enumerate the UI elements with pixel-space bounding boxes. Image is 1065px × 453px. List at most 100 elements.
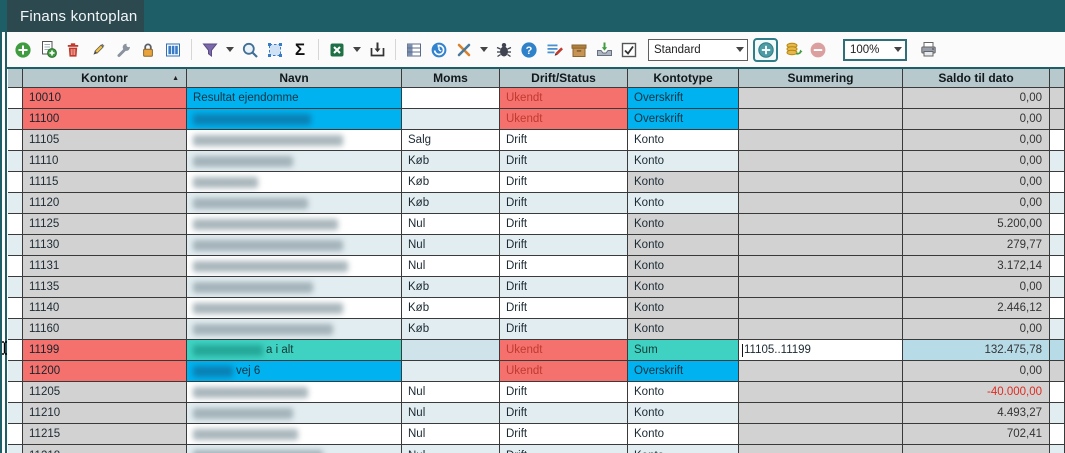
cell-drift-status[interactable]: Ukendt xyxy=(500,361,628,382)
cell-saldo[interactable]: 702,41 xyxy=(903,424,1050,445)
cell-drift-status[interactable]: Drift xyxy=(500,298,628,319)
print-icon[interactable] xyxy=(918,40,938,60)
header-drift-status[interactable]: Drift/Status xyxy=(500,69,628,88)
row-selector[interactable] xyxy=(8,382,23,403)
cell-moms[interactable]: Køb xyxy=(402,319,500,340)
row-selector[interactable] xyxy=(8,256,23,277)
cell-kontonr[interactable]: 11205 xyxy=(23,382,187,403)
cell-navn[interactable] xyxy=(187,235,402,256)
cell-summering[interactable] xyxy=(739,109,903,130)
cell-kontonr[interactable]: 11135 xyxy=(23,277,187,298)
checkbox-checked-icon[interactable] xyxy=(619,40,639,60)
search-icon[interactable] xyxy=(240,40,260,60)
cell-drift-status[interactable]: Drift xyxy=(500,319,628,340)
add-record-icon[interactable] xyxy=(38,40,58,60)
cell-navn[interactable]: Resultat ejendomme xyxy=(187,88,402,109)
edit-icon[interactable] xyxy=(88,40,108,60)
header-summering[interactable]: Summering xyxy=(739,69,903,88)
cell-moms[interactable] xyxy=(402,340,500,361)
cell-drift-status[interactable]: Drift xyxy=(500,214,628,235)
currency-refresh-icon[interactable] xyxy=(783,40,803,60)
inbox-icon[interactable] xyxy=(594,40,614,60)
cell-moms[interactable]: Køb xyxy=(402,172,500,193)
cell-kontotype[interactable]: Konto xyxy=(628,235,739,256)
cell-kontotype[interactable]: Konto xyxy=(628,214,739,235)
cell-saldo[interactable]: 0,00 xyxy=(903,319,1050,340)
select-region-icon[interactable] xyxy=(265,40,285,60)
cell-navn[interactable] xyxy=(187,403,402,424)
row-selector[interactable] xyxy=(8,214,23,235)
cell-kontonr[interactable]: 11125 xyxy=(23,214,187,235)
cell-kontonr[interactable]: 11218 xyxy=(23,445,187,453)
cell-summering[interactable] xyxy=(739,298,903,319)
cell-saldo[interactable]: 4.493,27 xyxy=(903,403,1050,424)
cell-kontotype[interactable]: Sum xyxy=(628,340,739,361)
cell-navn[interactable] xyxy=(187,298,402,319)
cell-summering[interactable] xyxy=(739,424,903,445)
cell-summering[interactable] xyxy=(739,193,903,214)
filter-dropdown-icon[interactable] xyxy=(226,47,234,52)
cell-summering[interactable] xyxy=(739,361,903,382)
cell-saldo[interactable]: 0,00 xyxy=(903,277,1050,298)
cell-summering[interactable]: 11105..11199 xyxy=(739,340,903,361)
cell-kontotype[interactable]: Konto xyxy=(628,319,739,340)
cell-drift-status[interactable]: Drift xyxy=(500,277,628,298)
cell-saldo[interactable]: -40.000,00 xyxy=(903,382,1050,403)
cell-navn[interactable]: vej 6 xyxy=(187,361,402,382)
cell-saldo[interactable]: 3.172,14 xyxy=(903,256,1050,277)
cell-saldo[interactable]: 279,77 xyxy=(903,235,1050,256)
cell-kontotype[interactable]: Konto xyxy=(628,403,739,424)
filter-icon[interactable] xyxy=(200,40,220,60)
row-selector[interactable] xyxy=(8,130,23,151)
cell-kontotype[interactable]: Konto xyxy=(628,298,739,319)
cell-drift-status[interactable]: Drift xyxy=(500,235,628,256)
view-select[interactable]: Standard xyxy=(648,39,748,61)
row-selector[interactable] xyxy=(8,193,23,214)
cell-summering[interactable] xyxy=(739,235,903,256)
row-selector[interactable] xyxy=(8,88,23,109)
cell-saldo[interactable]: 0,00 xyxy=(903,109,1050,130)
cell-kontonr[interactable]: 11131 xyxy=(23,256,187,277)
row-selector[interactable] xyxy=(8,403,23,424)
row-selector[interactable] xyxy=(8,172,23,193)
cell-moms[interactable]: Køb xyxy=(402,298,500,319)
cell-kontonr[interactable]: 11110 xyxy=(23,151,187,172)
cell-kontonr[interactable]: 11130 xyxy=(23,235,187,256)
cell-navn[interactable] xyxy=(187,319,402,340)
cell-kontonr[interactable]: 11160 xyxy=(23,319,187,340)
row-selector[interactable] xyxy=(8,151,23,172)
cell-summering[interactable] xyxy=(739,382,903,403)
cell-saldo[interactable]: 0,00 xyxy=(903,130,1050,151)
cell-moms[interactable] xyxy=(402,88,500,109)
cell-kontotype[interactable]: Konto xyxy=(628,256,739,277)
report-icon[interactable] xyxy=(404,40,424,60)
row-selector[interactable] xyxy=(8,340,23,361)
cell-kontonr[interactable]: 11140 xyxy=(23,298,187,319)
cell-kontonr[interactable]: 11200 xyxy=(23,361,187,382)
cell-navn[interactable] xyxy=(187,256,402,277)
remove-account-icon[interactable] xyxy=(808,40,828,60)
cell-summering[interactable] xyxy=(739,256,903,277)
cell-navn[interactable] xyxy=(187,214,402,235)
cell-summering[interactable] xyxy=(739,445,903,453)
cell-saldo[interactable]: 2.446,12 xyxy=(903,298,1050,319)
cell-summering[interactable] xyxy=(739,151,903,172)
split-icon[interactable] xyxy=(454,40,474,60)
row-selector[interactable] xyxy=(8,235,23,256)
cell-moms[interactable]: Nul xyxy=(402,214,500,235)
lock-icon[interactable] xyxy=(138,40,158,60)
cell-kontotype[interactable]: Konto xyxy=(628,130,739,151)
cell-drift-status[interactable]: Drift xyxy=(500,193,628,214)
cell-kontonr[interactable]: 11199 xyxy=(23,340,187,361)
cell-kontotype[interactable]: Konto xyxy=(628,172,739,193)
cell-moms[interactable]: Nul xyxy=(402,424,500,445)
tools-icon[interactable] xyxy=(113,40,133,60)
cell-moms[interactable]: Salg xyxy=(402,130,500,151)
cell-drift-status[interactable]: Drift xyxy=(500,172,628,193)
cell-summering[interactable] xyxy=(739,277,903,298)
cell-summering[interactable] xyxy=(739,214,903,235)
cell-kontotype[interactable]: Overskrift xyxy=(628,361,739,382)
cell-summering[interactable] xyxy=(739,319,903,340)
notes-edit-icon[interactable] xyxy=(544,40,564,60)
cell-navn[interactable] xyxy=(187,382,402,403)
